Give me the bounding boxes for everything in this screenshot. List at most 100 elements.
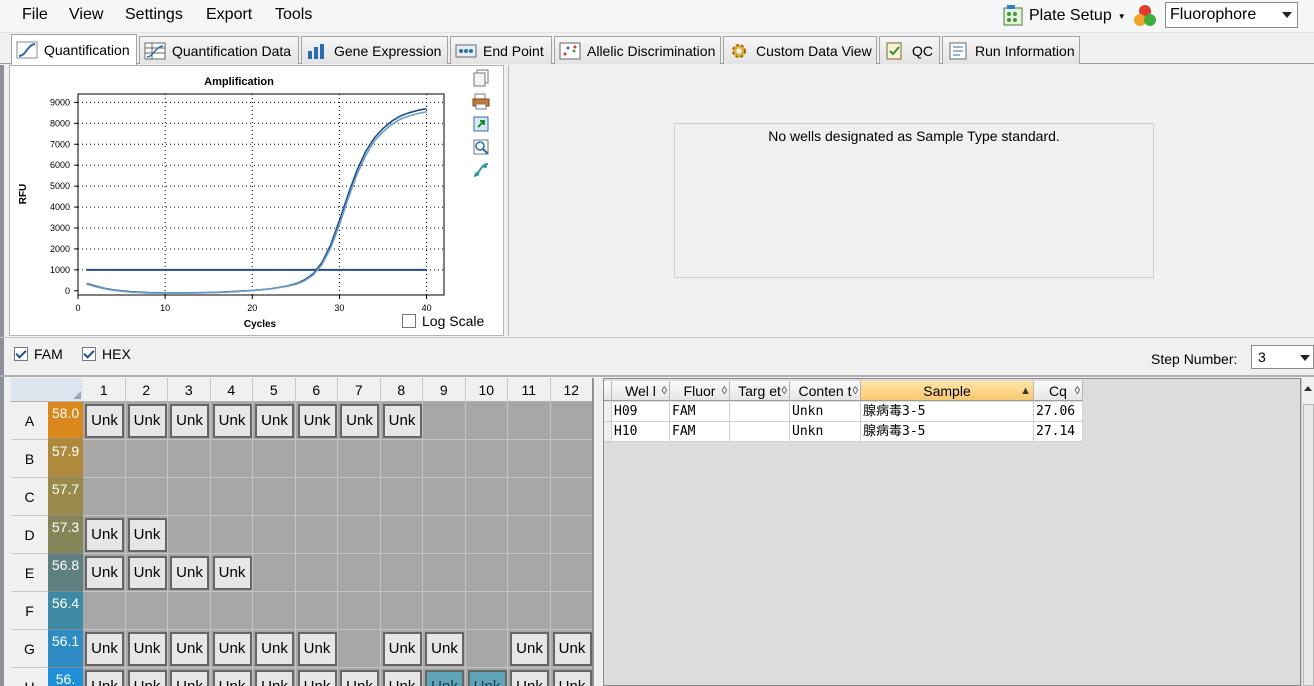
plate-well-slot[interactable] — [168, 592, 211, 630]
sort-icon[interactable]: ◊ — [662, 381, 667, 400]
menu-view[interactable]: View — [69, 6, 103, 24]
plate-well-slot[interactable] — [295, 554, 338, 592]
plate-well-slot[interactable] — [338, 440, 381, 478]
plate-well-slot[interactable] — [338, 630, 381, 668]
plate-well-unknown[interactable]: Unk — [297, 670, 337, 686]
table-cell-target[interactable] — [730, 402, 790, 422]
plate-well-slot[interactable] — [253, 554, 296, 592]
plate-column-header[interactable]: 5 — [253, 378, 296, 402]
plate-well-unknown[interactable]: Unk — [340, 404, 379, 438]
plate-well-unknown[interactable]: Unk — [297, 404, 337, 438]
plate-well-slot[interactable] — [125, 592, 168, 630]
table-cell-well[interactable]: H09 — [612, 402, 670, 422]
plate-setup-button[interactable]: Plate Setup ▼ — [1001, 3, 1126, 29]
tab-allelic-discrimination[interactable]: Allelic Discrimination — [554, 36, 721, 64]
plate-well-unknown[interactable]: Unk — [467, 670, 507, 686]
menu-export[interactable]: Export — [206, 6, 252, 24]
plate-well-unknown[interactable]: Unk — [127, 404, 167, 438]
plate-row-header[interactable]: C — [11, 478, 48, 516]
plate-row-header[interactable]: E — [11, 554, 48, 592]
plate-well-slot[interactable] — [338, 478, 381, 516]
plate-column-header[interactable]: 9 — [423, 378, 466, 402]
log-scale-checkbox[interactable]: Log Scale — [402, 313, 484, 329]
plate-column-header[interactable]: 2 — [125, 378, 168, 402]
hex-checkbox[interactable]: HEX — [82, 346, 131, 362]
plate-well-unknown[interactable]: Unk — [85, 556, 124, 590]
grid-column-header-sample[interactable]: Sample ▲ — [861, 381, 1034, 401]
plate-well-slot[interactable] — [423, 478, 466, 516]
plate-row-header[interactable]: B — [11, 440, 48, 478]
grid-column-header-cq[interactable]: Cq ◊ — [1034, 381, 1083, 401]
plate-column-header[interactable]: 6 — [295, 378, 338, 402]
plate-well-slot[interactable] — [508, 402, 551, 440]
plate-well-slot[interactable] — [380, 478, 423, 516]
sort-icon[interactable]: ◊ — [722, 381, 727, 400]
zoom-chart-icon[interactable] — [472, 138, 490, 156]
plate-column-header[interactable]: 4 — [210, 378, 253, 402]
table-cell-target[interactable] — [730, 422, 790, 442]
plate-well-slot[interactable] — [380, 516, 423, 554]
plate-row-header[interactable]: G — [11, 630, 48, 668]
step-number-select[interactable]: 3 — [1251, 345, 1314, 369]
plate-well-slot[interactable] — [210, 478, 253, 516]
plate-well-slot[interactable] — [295, 478, 338, 516]
table-cell-content[interactable]: Unkn — [790, 422, 861, 442]
menu-file[interactable]: File — [22, 6, 48, 24]
plate-well-unknown[interactable]: Unk — [85, 518, 124, 552]
plate-column-header[interactable]: 12 — [550, 378, 592, 402]
plate-well-slot[interactable] — [338, 516, 381, 554]
plate-well-slot[interactable] — [465, 402, 508, 440]
plate-column-header[interactable]: 3 — [168, 378, 211, 402]
plate-column-header[interactable]: 11 — [508, 378, 551, 402]
plate-column-header[interactable]: 10 — [465, 378, 508, 402]
plate-well-slot[interactable] — [550, 554, 592, 592]
fam-checkbox[interactable]: FAM — [14, 346, 63, 362]
tab-custom-data-view[interactable]: Custom Data View — [723, 36, 877, 64]
plate-well-slot[interactable] — [550, 402, 592, 440]
plate-well-unknown[interactable]: Unk — [255, 404, 294, 438]
plate-well-slot[interactable] — [83, 478, 126, 516]
plate-well-unknown[interactable]: Unk — [85, 670, 124, 686]
plate-well-slot[interactable] — [508, 554, 551, 592]
plate-well-unknown[interactable]: Unk — [425, 632, 464, 666]
plate-well-unknown[interactable]: Unk — [552, 632, 592, 666]
menu-tools[interactable]: Tools — [275, 6, 312, 24]
log-scale-checkbox-box[interactable] — [402, 314, 416, 328]
table-cell-sample[interactable]: 腺病毒3-5 — [861, 422, 1034, 442]
plate-well-slot[interactable] — [423, 402, 466, 440]
plate-well-slot[interactable] — [168, 478, 211, 516]
table-cell-fluor[interactable]: FAM — [670, 402, 730, 422]
plate-well-slot[interactable] — [295, 516, 338, 554]
plate-well-unknown[interactable]: Unk — [212, 404, 252, 438]
plate-well-unknown[interactable]: Unk — [85, 404, 124, 438]
plate-well-slot[interactable] — [423, 592, 466, 630]
plate-well-slot[interactable] — [465, 516, 508, 554]
plate-column-header[interactable]: 7 — [338, 378, 381, 402]
plate-well-unknown[interactable]: Unk — [127, 518, 167, 552]
plate-well-unknown[interactable]: Unk — [552, 670, 592, 686]
plate-well-slot[interactable] — [423, 554, 466, 592]
plate-well-unknown[interactable]: Unk — [382, 632, 422, 666]
plate-well-unknown[interactable]: Unk — [85, 632, 124, 666]
plate-well-slot[interactable] — [210, 592, 253, 630]
plate-well-slot[interactable] — [83, 440, 126, 478]
curve-settings-icon[interactable] — [472, 161, 490, 179]
plate-well-slot[interactable] — [168, 440, 211, 478]
plate-well-slot[interactable] — [253, 440, 296, 478]
sort-icon[interactable]: ◊ — [1075, 381, 1080, 400]
table-cell-cq[interactable]: 27.14 — [1034, 422, 1083, 442]
plate-well-slot[interactable] — [168, 516, 211, 554]
plate-well-slot[interactable] — [508, 478, 551, 516]
scroll-up-icon[interactable] — [1304, 386, 1312, 391]
plate-well-slot[interactable] — [508, 592, 551, 630]
plate-well-slot[interactable] — [125, 440, 168, 478]
plate-well-slot[interactable] — [465, 630, 508, 668]
plate-well-slot[interactable] — [508, 440, 551, 478]
plate-well-unknown[interactable]: Unk — [170, 404, 209, 438]
results-vertical-scrollbar[interactable] — [1301, 378, 1314, 686]
tab-quantification[interactable]: Quantification — [11, 34, 137, 65]
menu-settings[interactable]: Settings — [125, 6, 183, 24]
grid-column-header-target[interactable]: Targ et ◊ — [730, 381, 790, 401]
plate-well-slot[interactable] — [465, 592, 508, 630]
plate-column-header[interactable]: 8 — [380, 378, 423, 402]
